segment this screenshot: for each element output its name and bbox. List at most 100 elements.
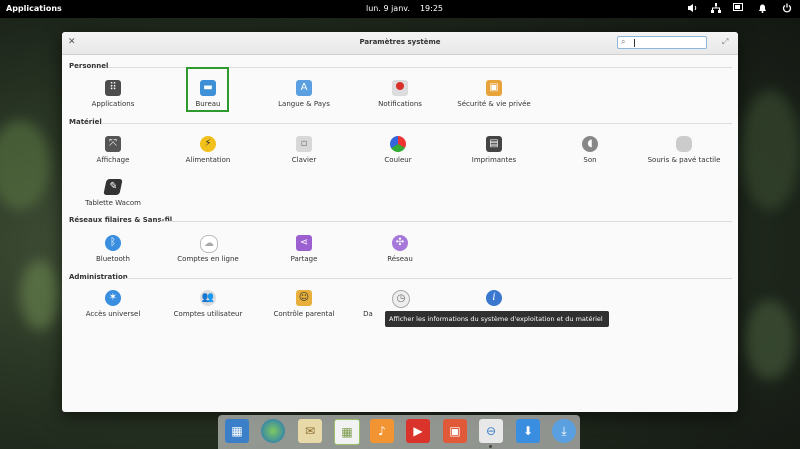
- item-label: Applications: [91, 100, 135, 108]
- applications-icon: ⠿: [105, 80, 121, 96]
- item-label: Notifications: [378, 100, 422, 108]
- item-label: Tablette Wacom: [85, 199, 141, 207]
- item-label: Son: [583, 156, 597, 164]
- item-sharing[interactable]: ⋖ Partage: [254, 235, 354, 275]
- clock-icon: ◷: [392, 290, 410, 308]
- item-sound[interactable]: ◖ Son: [540, 136, 640, 176]
- dock: ▦ ✉ ▦ ♪ ▶ ▣ ⊖ ⬇ ⤓: [218, 415, 580, 449]
- item-applications[interactable]: ⠿ Applications: [63, 80, 163, 120]
- photos-icon[interactable]: ▣: [443, 419, 467, 443]
- multitasking-icon[interactable]: ▦: [225, 419, 249, 443]
- section-hardware-label: Matériel: [69, 118, 102, 126]
- mouse-icon: [676, 136, 692, 152]
- power-settings-icon: ⚡: [200, 136, 216, 152]
- language-icon: A: [296, 80, 312, 96]
- notifications-app-icon: [392, 80, 408, 96]
- top-panel: Applications lun. 9 janv. 19:25: [0, 0, 800, 18]
- item-label: Réseau: [387, 255, 413, 263]
- item-mouse-touchpad[interactable]: Souris & pavé tactile: [634, 136, 734, 176]
- item-wacom[interactable]: ✎ Tablette Wacom: [63, 179, 163, 219]
- desktop-icon: ▬: [200, 80, 216, 96]
- wallpaper-leaf: [745, 300, 795, 380]
- item-notifications[interactable]: Notifications: [350, 80, 450, 120]
- power-icon[interactable]: [781, 3, 793, 15]
- tablet-icon: ✎: [103, 179, 123, 195]
- item-color[interactable]: Couleur: [348, 136, 448, 176]
- running-indicator: [489, 445, 492, 448]
- share-icon: ⋖: [296, 235, 312, 251]
- section-divider: [102, 123, 732, 124]
- item-printers[interactable]: ▤ Imprimantes: [444, 136, 544, 176]
- search-field[interactable]: ⌕: [617, 36, 707, 49]
- item-label: Clavier: [291, 156, 317, 164]
- mail-icon[interactable]: ✉: [298, 419, 322, 443]
- item-label: Accès universel: [85, 310, 141, 318]
- item-online-accounts[interactable]: ☁ Comptes en ligne: [158, 235, 258, 275]
- item-label: Comptes utilisateur: [173, 310, 243, 318]
- wallpaper-leaf: [740, 90, 800, 210]
- bluetooth-icon: ᛒ: [105, 235, 121, 251]
- item-label: Sécurité & vie privée: [457, 100, 531, 108]
- section-network-label: Réseaux filaires & Sans-fil: [69, 216, 173, 224]
- volume-icon[interactable]: [686, 3, 698, 15]
- section-divider: [126, 278, 732, 279]
- accessibility-icon: ✶: [105, 290, 121, 306]
- speaker-icon: ◖: [582, 136, 598, 152]
- item-power[interactable]: ⚡ Alimentation: [158, 136, 258, 176]
- item-display[interactable]: ⤧ Affichage: [63, 136, 163, 176]
- lock-icon: ▣: [486, 80, 502, 96]
- wallpaper-leaf: [20, 260, 60, 330]
- parental-icon: ☺: [296, 290, 312, 306]
- item-user-accounts[interactable]: 👥 Comptes utilisateur: [158, 290, 258, 330]
- color-icon: [390, 136, 406, 152]
- item-label: Alimentation: [185, 156, 231, 164]
- item-label: Bureau: [195, 100, 221, 108]
- cloud-icon: ☁: [200, 235, 218, 253]
- software-center-icon[interactable]: ⤓: [552, 419, 576, 443]
- info-icon: i: [486, 290, 502, 306]
- date-time[interactable]: lun. 9 janv. 19:25: [366, 4, 453, 13]
- videos-icon[interactable]: ▶: [406, 419, 430, 443]
- section-personal-label: Personnel: [69, 62, 109, 70]
- applications-menu[interactable]: Applications: [6, 4, 62, 13]
- item-langue-pays[interactable]: A Langue & Pays: [254, 80, 354, 120]
- network-settings-icon: ✣: [392, 235, 408, 251]
- item-network[interactable]: ✣ Réseau: [350, 235, 450, 275]
- printer-icon: ▤: [486, 136, 502, 152]
- titlebar: ✕ Paramètres système ⌕ ⤢: [62, 32, 738, 55]
- battery-icon[interactable]: [732, 3, 744, 15]
- item-label: Souris & pavé tactile: [647, 156, 721, 164]
- section-divider: [160, 221, 732, 222]
- date-label: lun. 9 janv.: [366, 4, 410, 13]
- web-browser-icon[interactable]: [261, 419, 285, 443]
- time-label: 19:25: [419, 4, 443, 13]
- maximize-icon[interactable]: ⤢: [722, 37, 728, 47]
- item-label: Affichage: [96, 156, 130, 164]
- item-label: Langue & Pays: [278, 100, 330, 108]
- settings-icon[interactable]: ⊖: [479, 419, 503, 443]
- search-icon: ⌕: [621, 37, 626, 46]
- item-label: Imprimantes: [471, 156, 517, 164]
- search-input[interactable]: [633, 37, 703, 48]
- item-label: Partage: [290, 255, 318, 263]
- item-keyboard[interactable]: ▫ Clavier: [254, 136, 354, 176]
- users-icon: 👥: [200, 290, 216, 306]
- item-label: Comptes en ligne: [177, 255, 239, 263]
- item-label: Couleur: [384, 156, 412, 164]
- network-icon[interactable]: [710, 3, 722, 15]
- keyboard-icon: ▫: [296, 136, 312, 152]
- music-icon[interactable]: ♪: [370, 419, 394, 443]
- calendar-icon[interactable]: ▦: [334, 419, 360, 445]
- item-universal-access[interactable]: ✶ Accès universel: [63, 290, 163, 330]
- item-bluetooth[interactable]: ᛒ Bluetooth: [63, 235, 163, 275]
- tooltip: Afficher les informations du système d'e…: [385, 311, 609, 327]
- section-admin-label: Administration: [69, 273, 128, 281]
- notifications-icon[interactable]: [756, 3, 768, 15]
- item-security-privacy[interactable]: ▣ Sécurité & vie privée: [444, 80, 544, 120]
- wallpaper-leaf: [0, 120, 50, 210]
- item-bureau[interactable]: ▬ Bureau: [158, 80, 258, 120]
- item-label: Bluetooth: [96, 255, 130, 263]
- display-icon: ⤧: [105, 136, 121, 152]
- downloads-icon[interactable]: ⬇: [516, 419, 540, 443]
- settings-window: ✕ Paramètres système ⌕ ⤢ Personnel ⠿ App…: [62, 32, 738, 412]
